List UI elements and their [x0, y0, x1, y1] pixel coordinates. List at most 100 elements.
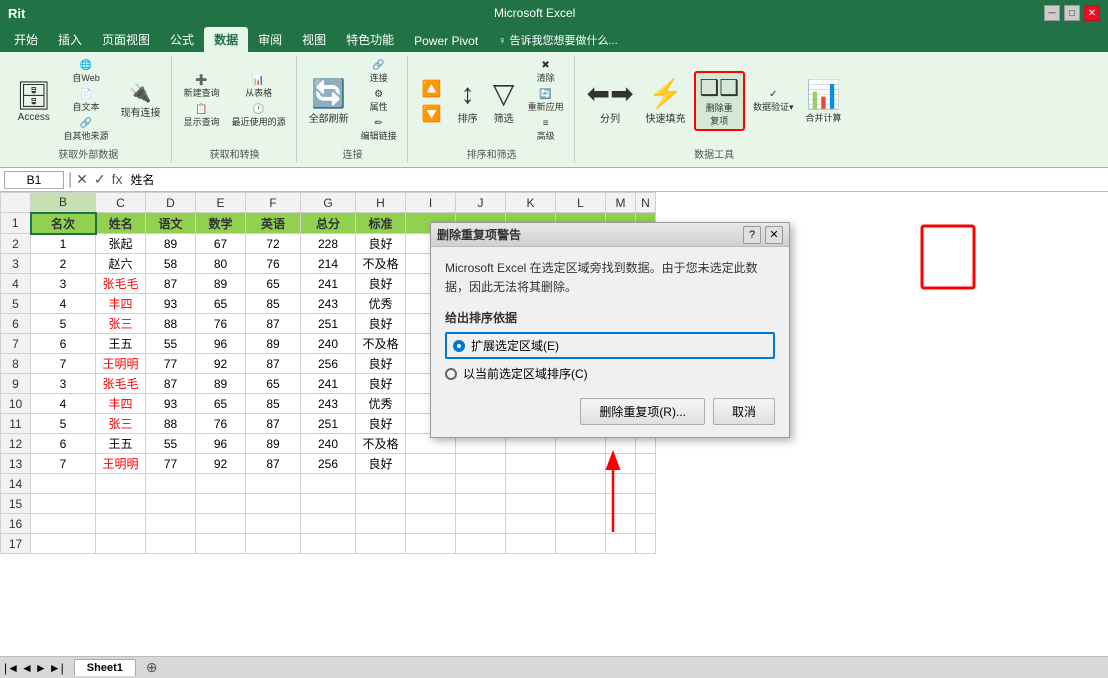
sheet-nav-next[interactable]: ► — [35, 661, 47, 675]
dialog-close-btn[interactable]: ✕ — [765, 226, 783, 244]
row-num: 1 — [1, 213, 31, 234]
edit-links-btn[interactable]: ✏ 编辑链接 — [357, 116, 401, 144]
properties-btn[interactable]: ⚙ 属性 — [357, 87, 401, 115]
access-btn[interactable]: 🗄 Access — [12, 77, 56, 126]
tab-data[interactable]: 数据 — [204, 27, 248, 52]
remove-dup-icon: ❑❑ — [700, 75, 739, 101]
ribbon-group-sortfilter: 🔼 🔽 ↕ 排序 ▽ 筛选 ✖ 清除 🔄 — [410, 56, 575, 163]
transform-buttons: ➕ 新建查询 📋 显示查询 📊 从表格 🕐 最近使用的源 — [180, 58, 290, 144]
formula-input[interactable] — [127, 173, 1104, 187]
cell-h1[interactable]: 标准 — [356, 213, 406, 234]
dialog-message: Microsoft Excel 在选定区域旁找到数据。由于您未选定此数据，因此无… — [445, 259, 775, 297]
validate-btn[interactable]: ✓ 数据验证▾ — [749, 87, 798, 115]
web-btn[interactable]: 🌐 自Web — [60, 58, 113, 86]
col-header-e[interactable]: E — [196, 193, 246, 213]
sheet-tabs: |◄ ◄ ► ►| Sheet1 ⊕ — [0, 656, 1108, 678]
filter-btn[interactable]: ▽ 筛选 — [488, 75, 520, 128]
add-sheet-btn[interactable]: ⊕ — [138, 657, 166, 678]
col-header-j[interactable]: J — [456, 193, 506, 213]
sort-za-btn[interactable]: 🔽 — [416, 102, 448, 126]
formula-icons: ✕ ✓ fx — [76, 171, 122, 188]
delete-duplicates-btn[interactable]: 删除重复项(R)... — [580, 398, 705, 425]
text-btn[interactable]: 📄 自文本 — [60, 87, 113, 115]
external-label: 获取外部数据 — [58, 144, 118, 161]
flash-fill-btn[interactable]: ⚡ 快速填充 — [642, 75, 690, 128]
existing-connections-btn[interactable]: 🔌 现有连接 — [117, 81, 165, 122]
dialog-help-btn[interactable]: ? — [743, 226, 761, 244]
connections-icon: 🔗 — [372, 60, 384, 71]
other-sources-btn[interactable]: 🔗 自其他来源 — [60, 116, 113, 144]
cancel-dialog-btn[interactable]: 取消 — [713, 398, 775, 425]
existing-icon: 🔌 — [129, 83, 151, 105]
show-queries-btn[interactable]: 📋 显示查询 — [180, 102, 224, 130]
col-header-h[interactable]: H — [356, 193, 406, 213]
col-header-c[interactable]: C — [96, 193, 146, 213]
consolidate-btn[interactable]: 📊 合并计算 — [802, 76, 846, 127]
radio-expand[interactable]: 扩展选定区域(E) — [445, 332, 775, 359]
minimize-btn[interactable]: ─ — [1044, 5, 1060, 21]
conn-buttons: 🔄 全部刷新 🔗 连接 ⚙ 属性 ✏ 编辑链接 — [305, 58, 401, 144]
advanced-btn[interactable]: ≡ 高级 — [524, 116, 568, 144]
maximize-btn[interactable]: □ — [1064, 5, 1080, 21]
reapply-btn[interactable]: 🔄 重新应用 — [524, 87, 568, 115]
delete-duplicates-dialog[interactable]: 删除重复项警告 ? ✕ Microsoft Excel 在选定区域旁找到数据。由… — [430, 222, 790, 438]
title-bar: Rit Microsoft Excel ─ □ ✕ — [0, 0, 1108, 26]
radio-current-label: 以当前选定区域排序(C) — [463, 365, 588, 382]
sheet-nav-prev[interactable]: ◄ — [21, 661, 33, 675]
col-header-g[interactable]: G — [301, 193, 356, 213]
dialog-btn-row: 删除重复项(R)... 取消 — [445, 398, 775, 425]
from-table-icon: 📊 — [252, 75, 264, 86]
sheet-tab-1[interactable]: Sheet1 — [74, 659, 136, 676]
remove-dup-btn[interactable]: ❑❑ 删除重复项 — [694, 71, 745, 131]
tab-insert[interactable]: 插入 — [48, 27, 92, 52]
recent-sources-btn[interactable]: 🕐 最近使用的源 — [228, 102, 290, 130]
col-header-n[interactable]: N — [636, 193, 656, 213]
new-query-btn[interactable]: ➕ 新建查询 — [180, 73, 224, 101]
split-btn[interactable]: ⬅➡ 分列 — [583, 75, 638, 128]
properties-icon: ⚙ — [374, 89, 383, 100]
table-row: 14 — [1, 474, 656, 494]
tab-special[interactable]: 特色功能 — [336, 27, 404, 52]
sort-btn[interactable]: ↕ 排序 — [452, 75, 484, 128]
tab-pagelayout[interactable]: 页面视图 — [92, 27, 160, 52]
from-table-btn[interactable]: 📊 从表格 — [228, 73, 290, 101]
clear-btn[interactable]: ✖ 清除 — [524, 58, 568, 86]
radio-current-indicator — [445, 368, 457, 380]
col-header-f[interactable]: F — [246, 193, 301, 213]
insert-function-icon[interactable]: fx — [112, 171, 123, 188]
tab-formulas[interactable]: 公式 — [160, 27, 204, 52]
tab-review[interactable]: 审阅 — [248, 27, 292, 52]
sort-az-btn[interactable]: 🔼 — [416, 77, 448, 101]
dialog-title-text: 删除重复项警告 — [437, 226, 739, 243]
spreadsheet-area: B C D E F G H I J K L M N — [0, 192, 1108, 656]
col-header-k[interactable]: K — [506, 193, 556, 213]
tab-powerpivot[interactable]: Power Pivot — [404, 30, 488, 52]
cell-e1[interactable]: 数学 — [196, 213, 246, 234]
filter-icon: ▽ — [493, 77, 515, 111]
tab-search[interactable]: ♀ 告诉我您想要做什么... — [488, 28, 627, 52]
sheet-nav-last[interactable]: ►| — [49, 661, 64, 675]
sheet-nav-first[interactable]: |◄ — [4, 661, 19, 675]
tab-home[interactable]: 开始 — [4, 27, 48, 52]
cell-c1[interactable]: 姓名 — [96, 213, 146, 234]
cancel-formula-icon[interactable]: ✕ — [76, 171, 88, 188]
col-header-m[interactable]: M — [606, 193, 636, 213]
col-header-b[interactable]: B — [31, 193, 96, 213]
tab-view[interactable]: 视图 — [292, 27, 336, 52]
confirm-formula-icon[interactable]: ✓ — [94, 171, 106, 188]
col-header-i[interactable]: I — [406, 193, 456, 213]
col-header-l[interactable]: L — [556, 193, 606, 213]
cell-f1[interactable]: 英语 — [246, 213, 301, 234]
corner-cell — [1, 193, 31, 213]
close-btn[interactable]: ✕ — [1084, 5, 1100, 21]
cell-d1[interactable]: 语文 — [146, 213, 196, 234]
name-box[interactable] — [4, 171, 64, 189]
cell-g1[interactable]: 总分 — [301, 213, 356, 234]
refresh-all-btn[interactable]: 🔄 全部刷新 — [305, 75, 353, 128]
cell-b1[interactable]: 名次 — [31, 213, 96, 234]
col-header-d[interactable]: D — [146, 193, 196, 213]
dialog-radio-group: 扩展选定区域(E) 以当前选定区域排序(C) — [445, 332, 775, 382]
refresh-icon: 🔄 — [311, 77, 346, 111]
connections-btn[interactable]: 🔗 连接 — [357, 58, 401, 86]
radio-current[interactable]: 以当前选定区域排序(C) — [445, 365, 775, 382]
